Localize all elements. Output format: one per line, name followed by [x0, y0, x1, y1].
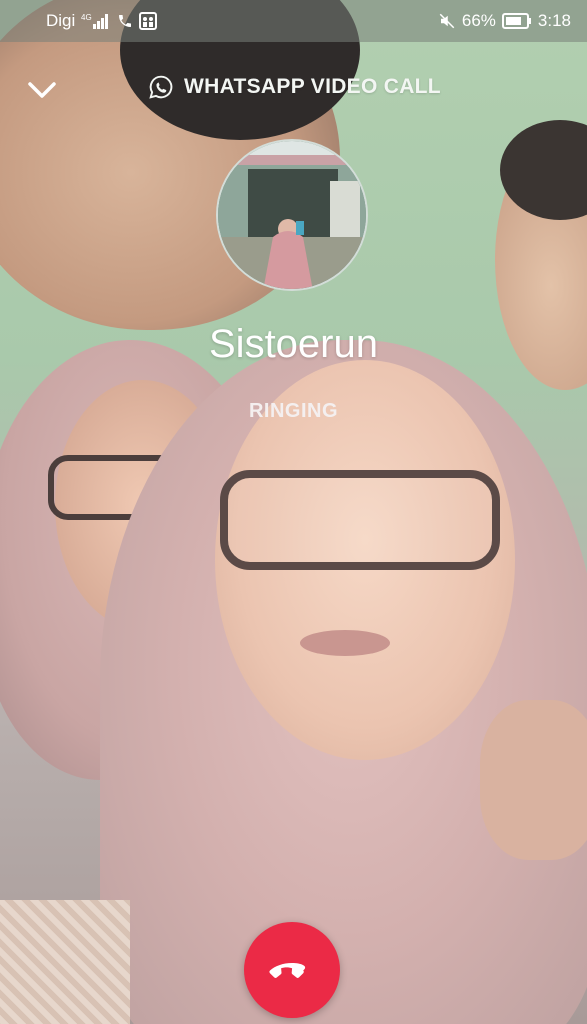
call-status: RINGING [248, 400, 339, 422]
signal-bars-icon: 4G [81, 12, 111, 30]
sim-card-icon [139, 12, 158, 30]
status-bar: Digi 4G 66% 3:18 [0, 0, 587, 42]
network-type: 4G [81, 13, 92, 22]
battery-percent: 66% [461, 11, 496, 30]
whatsapp-logo-icon [149, 75, 173, 99]
foreground-person-glasses [220, 470, 500, 570]
avatar-photo [218, 141, 366, 289]
collapse-button[interactable] [24, 74, 64, 106]
chevron-down-icon [28, 82, 56, 98]
call-type-label: WHATSAPP VIDEO CALL [148, 74, 441, 100]
foreground-person-lips [300, 630, 390, 656]
call-header: WHATSAPP VIDEO CALL [0, 64, 587, 112]
battery-icon [501, 13, 532, 29]
call-type-text: WHATSAPP VIDEO CALL [184, 75, 441, 98]
phone-call-icon [117, 13, 133, 29]
speaker-muted-icon [438, 12, 456, 30]
clock: 3:18 [537, 11, 571, 30]
end-call-button[interactable] [244, 922, 340, 1018]
background-hand [480, 700, 587, 860]
lace-fabric [0, 900, 130, 1024]
end-call-icon [269, 963, 306, 978]
carrier-name: Digi [46, 11, 76, 30]
contact-name: Sistoerun [209, 322, 378, 366]
contact-avatar [216, 139, 368, 291]
